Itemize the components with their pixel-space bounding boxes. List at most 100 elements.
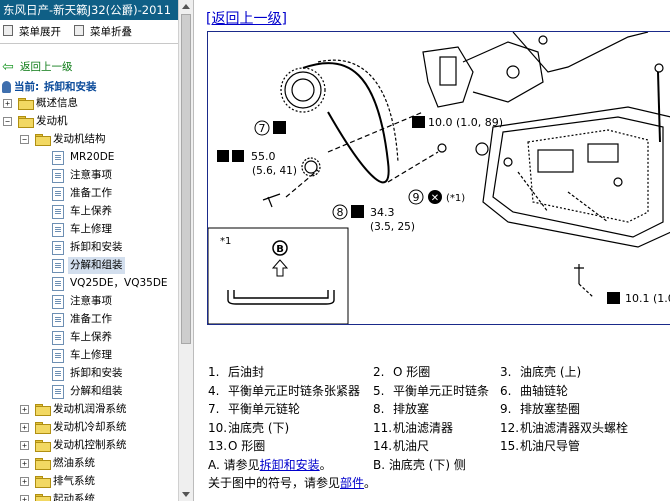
tree-item-6[interactable]: 车上保养	[0, 203, 178, 220]
menu-collapse-button[interactable]: 菜单折叠	[74, 25, 132, 39]
tree-label: 准备工作	[70, 187, 112, 199]
legend-text: 油底壳 (上)	[520, 365, 582, 379]
exploded-diagram: 7 55.0 (5.6, 41) 10.0 (1.0, 89) 8 34.3 (…	[207, 31, 670, 325]
callout-8: 8	[337, 206, 344, 219]
tree-label: 车上保养	[70, 331, 112, 343]
current-prefix: 当前:	[14, 81, 40, 93]
tree-item-4[interactable]: 注意事项	[0, 167, 178, 184]
tree-expander-icon[interactable]: +	[3, 99, 12, 108]
tree-label: 燃油系统	[53, 457, 95, 469]
legend-text: 机油滤清器双头螺栓	[520, 420, 629, 435]
tree-label: 发动机控制系统	[53, 439, 127, 451]
tree-item-13[interactable]: 车上保养	[0, 329, 178, 346]
tree-item-5[interactable]: 准备工作	[0, 185, 178, 202]
tree-label: 注意事项	[70, 169, 112, 181]
tree-folder-18[interactable]: + 发动机冷却系统	[0, 419, 178, 436]
tree-folder-22[interactable]: + 起动系统	[0, 491, 178, 501]
menu-expand-label: 菜单展开	[19, 26, 61, 38]
torque-label-1b: (5.6, 41)	[252, 165, 297, 177]
tree-item-7[interactable]: 车上修理	[0, 221, 178, 238]
tree-expander-icon[interactable]: +	[20, 477, 29, 486]
tree-item-14[interactable]: 车上修理	[0, 347, 178, 364]
note-a: A. 请参见拆卸和安装。	[208, 456, 332, 474]
left-panel: 东风日产-新天籁J32(公爵)-2011 菜单展开 菜单折叠 ⇦ 返回上一级 当…	[0, 0, 194, 501]
tree-label: 注意事项	[70, 295, 112, 307]
tree-label: 车上修理	[70, 223, 112, 235]
legend-text: 平衡单元正时链条张紧器	[228, 383, 361, 398]
tree-folder-21[interactable]: + 排气系统	[0, 473, 178, 490]
tree-expander-icon[interactable]: +	[20, 405, 29, 414]
tree-item-9[interactable]: 分解和组装	[0, 257, 178, 274]
torque-label-2: 10.0 (1.0, 89)	[428, 116, 503, 129]
tree-item-16[interactable]: 分解和组装	[0, 383, 178, 400]
legend-number: 4.	[208, 383, 220, 398]
symbol-note-link[interactable]: 部件	[340, 476, 364, 490]
back-link[interactable]: [返回上一级]	[206, 8, 287, 28]
menu-expand-button[interactable]: 菜单展开	[3, 25, 61, 39]
scroll-down-icon[interactable]	[182, 492, 190, 497]
tree-folder-17[interactable]: + 发动机润滑系统	[0, 401, 178, 418]
tree-label: 发动机润滑系统	[53, 403, 127, 415]
tree-label: MR20DE	[70, 151, 115, 163]
legend-text: 机油尺导管	[520, 439, 581, 453]
inset-letter: B	[276, 244, 284, 255]
tree-item-10[interactable]: VQ25DE，VQ35DE	[0, 275, 178, 292]
tree-item-11[interactable]: 注意事项	[0, 293, 178, 310]
tree-label: 起动系统	[53, 493, 95, 501]
diagram-svg: 7 55.0 (5.6, 41) 10.0 (1.0, 89) 8 34.3 (…	[208, 32, 670, 324]
note-b: B. 油底壳 (下) 侧	[373, 457, 466, 472]
legend-text: 平衡单元链轮	[228, 402, 301, 416]
document-icon	[52, 187, 64, 201]
tree-folder-19[interactable]: + 发动机控制系统	[0, 437, 178, 454]
tree-expander-icon[interactable]: +	[20, 495, 29, 501]
document-icon	[52, 259, 64, 273]
note-a-suffix: 。	[319, 457, 332, 472]
legend-text: 曲轴链轮	[520, 383, 569, 398]
scroll-up-icon[interactable]	[182, 4, 190, 9]
tree-label: 发动机结构	[53, 133, 106, 145]
document-icon	[52, 169, 64, 183]
tree-folder-0[interactable]: + 概述信息	[0, 95, 178, 112]
document-icon	[52, 385, 64, 399]
document-icon	[52, 295, 64, 309]
callout-9: 9	[413, 191, 420, 204]
legend-number: 7.	[208, 402, 220, 416]
tree-item-12[interactable]: 准备工作	[0, 311, 178, 328]
legend-number: 3.	[500, 365, 512, 379]
window-title: 东风日产-新天籁J32(公爵)-2011	[0, 0, 181, 20]
tree-item-8[interactable]: 拆卸和安装	[0, 239, 178, 256]
inset-tag: *1	[220, 236, 231, 247]
callout-7: 7	[259, 122, 266, 135]
legend-text: O 形圈	[228, 439, 266, 453]
folder-icon	[35, 440, 51, 452]
tree-item-3[interactable]: MR20DE	[0, 149, 178, 166]
legend-text: 后油封	[228, 365, 265, 379]
expand-icon	[3, 25, 13, 36]
tree-label: 排气系统	[53, 475, 95, 487]
tree-label: 分解和组装	[70, 385, 123, 397]
legend-text: 机油滤清器	[393, 420, 454, 435]
document-icon	[52, 223, 64, 237]
legend-text: 机油尺	[393, 439, 430, 453]
scroll-thumb[interactable]	[181, 14, 191, 344]
note-a-link[interactable]: 拆卸和安装	[260, 458, 320, 472]
tree-folder-20[interactable]: + 燃油系统	[0, 455, 178, 472]
torque-label-3: 34.3	[370, 206, 395, 219]
tree-expander-icon[interactable]: +	[20, 423, 29, 432]
document-icon	[52, 151, 64, 165]
folder-icon	[35, 494, 51, 501]
left-scrollbar[interactable]	[178, 0, 193, 501]
tree-label: 拆卸和安装	[70, 241, 123, 253]
legend-number: 14.	[373, 439, 393, 453]
tree-folder-2[interactable]: − 发动机结构	[0, 131, 178, 148]
folder-icon	[18, 98, 34, 110]
tree-expander-icon[interactable]: −	[3, 117, 12, 126]
legend-text: O 形圈	[393, 365, 431, 379]
tree-item-15[interactable]: 拆卸和安装	[0, 365, 178, 382]
tree-folder-1[interactable]: − 发动机	[0, 113, 178, 130]
tree-expander-icon[interactable]: +	[20, 441, 29, 450]
document-icon	[52, 205, 64, 219]
tree-expander-icon[interactable]: −	[20, 135, 29, 144]
current-name: 拆卸和安装	[44, 81, 97, 93]
tree-expander-icon[interactable]: +	[20, 459, 29, 468]
